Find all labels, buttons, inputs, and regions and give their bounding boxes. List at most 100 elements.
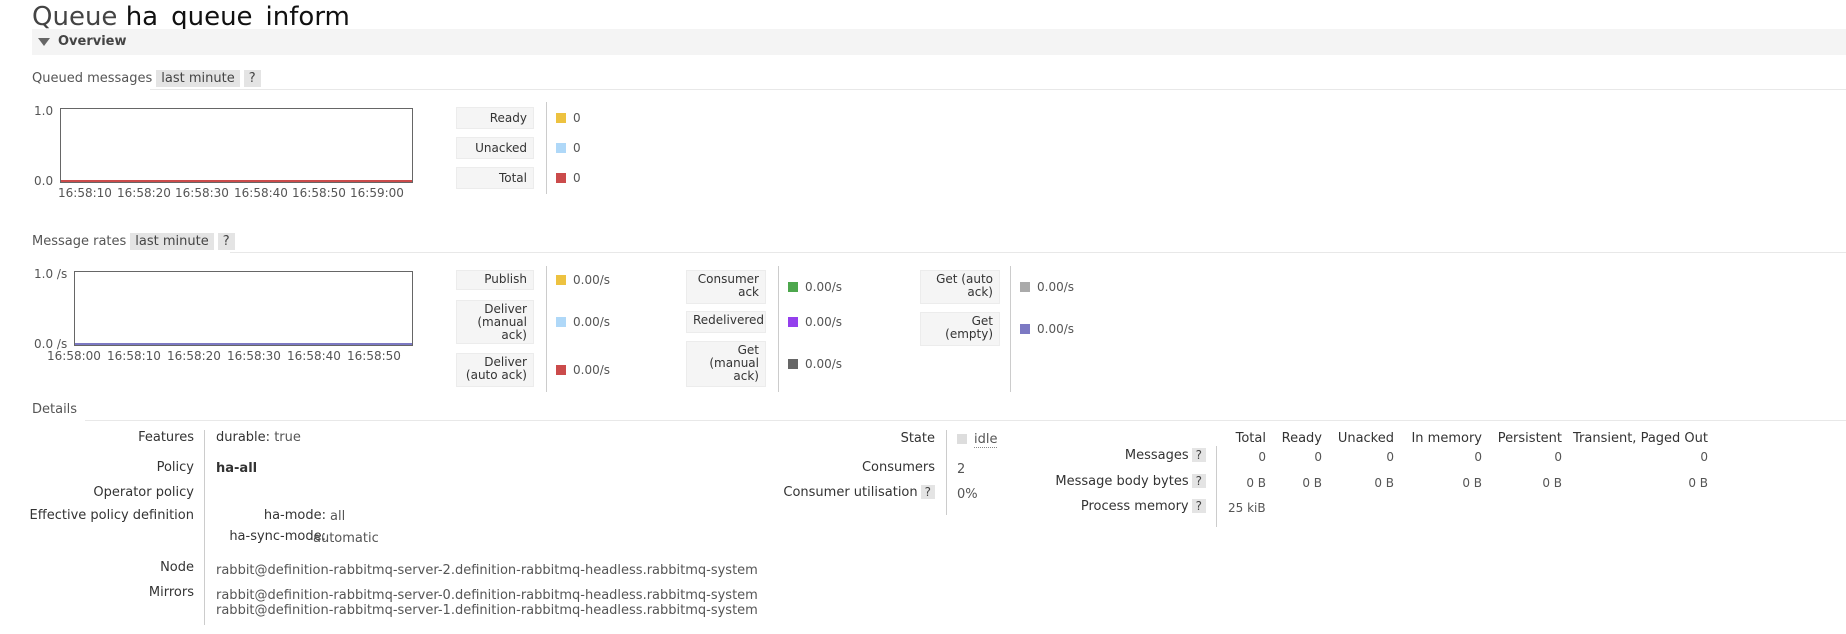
legend-value: 0.00/s <box>788 315 842 329</box>
stats-cell: 0 B <box>1374 476 1394 490</box>
title-prefix: Queue <box>32 2 118 32</box>
overview-label[interactable]: Overview <box>58 34 127 49</box>
consumer-utilisation-label: Consumer utilisation? <box>783 485 935 500</box>
state-separator <box>946 430 947 515</box>
rates-help-button[interactable]: ? <box>217 233 235 250</box>
divider <box>85 420 1846 421</box>
consumer-utilisation-help-button[interactable]: ? <box>920 485 935 499</box>
mirror-item: rabbit@definition-rabbitmq-server-1.defi… <box>216 603 758 618</box>
legend-label: Get (manual ack) <box>686 341 766 387</box>
stats-cell: 0 B <box>1688 476 1708 490</box>
legend-value: 0 <box>556 171 581 185</box>
node-value: rabbit@definition-rabbitmq-server-2.defi… <box>216 563 758 578</box>
stats-row-label-text: Process memory <box>1080 499 1189 514</box>
stats-help-button[interactable]: ? <box>1191 474 1206 488</box>
policy-label: Policy <box>156 460 194 475</box>
y-axis-min: 0.0 <box>34 174 54 188</box>
stats-cell: 0 <box>1314 450 1322 464</box>
legend-value: 0.00/s <box>1020 322 1074 336</box>
consumer-utilisation-text: Consumer utilisation <box>783 485 918 500</box>
state-value: idle <box>957 432 998 448</box>
legend-swatch <box>1020 324 1030 334</box>
stats-help-button[interactable]: ? <box>1191 499 1206 513</box>
stats-row-label-text: Messages <box>1124 448 1189 463</box>
queued-help-button[interactable]: ? <box>243 70 261 87</box>
legend-value: 0.00/s <box>788 357 842 371</box>
legend-label: Redelivered <box>686 311 766 333</box>
stats-column-header: Persistent <box>1497 431 1562 446</box>
divider <box>230 252 1846 253</box>
policy-link[interactable]: ha-all <box>216 461 257 476</box>
legend-value-text: 0.00/s <box>573 363 611 377</box>
legend-label-total: Total <box>456 167 534 189</box>
legend-value: 0.00/s <box>556 315 610 329</box>
triangle-down-icon[interactable] <box>38 38 50 46</box>
stats-row-label: Messages? <box>1125 448 1206 463</box>
consumer-utilisation-value: 0% <box>957 487 978 502</box>
legend-label: Consumer ack <box>686 270 766 304</box>
legend-swatch <box>788 317 798 327</box>
legend-swatch <box>1020 282 1030 292</box>
x-axis-tick: 16:58:20 <box>117 186 171 200</box>
node-label: Node <box>160 560 194 575</box>
legend-value: 0.00/s <box>556 273 610 287</box>
overview-section-header[interactable] <box>32 29 1846 55</box>
x-axis-tick: 16:58:50 <box>347 349 401 363</box>
queued-plot-area <box>60 108 413 183</box>
legend-swatch <box>556 275 566 285</box>
x-axis-tick: 16:58:30 <box>227 349 281 363</box>
ha-sync-mode-key: ha-sync-mode: <box>229 529 326 544</box>
stats-cell: 0 <box>1700 450 1708 464</box>
x-axis-tick: 16:58:30 <box>175 186 229 200</box>
legend-label: Publish <box>456 270 534 290</box>
stats-cell: 25 kiB <box>1228 501 1266 515</box>
stats-help-button[interactable]: ? <box>1191 448 1206 462</box>
stats-cell: 0 B <box>1542 476 1562 490</box>
mirror-item: rabbit@definition-rabbitmq-server-0.defi… <box>216 588 758 603</box>
legend-separator <box>778 266 779 392</box>
queued-messages-heading: Queued messages last minute? <box>32 70 261 88</box>
legend-value-text: 0.00/s <box>573 315 611 329</box>
queue-name: ha_queue_inform <box>125 2 350 32</box>
stats-cell: 0 B <box>1462 476 1482 490</box>
x-axis-tick: 16:59:00 <box>350 186 404 200</box>
x-axis-tick: 16:58:50 <box>292 186 346 200</box>
legend-label-unacked: Unacked <box>456 137 534 159</box>
features-label: Features <box>138 430 194 445</box>
x-axis-tick: 16:58:10 <box>107 349 161 363</box>
consumers-label: Consumers <box>861 460 935 475</box>
legend-value: 0.00/s <box>788 280 842 294</box>
message-rates-title: Message rates <box>32 234 127 249</box>
durable-key: durable: <box>216 430 271 445</box>
x-axis-tick: 16:58:20 <box>167 349 221 363</box>
legend-swatch <box>788 359 798 369</box>
consumers-value: 2 <box>957 462 966 477</box>
rates-range-selector[interactable]: last minute <box>130 233 214 250</box>
stats-column-header: Ready <box>1281 431 1322 446</box>
legend-separator <box>546 266 547 392</box>
ha-sync-mode-value: automatic <box>313 531 379 546</box>
legend-value-text: 0.00/s <box>805 357 843 371</box>
legend-value-text: 0.00/s <box>1037 280 1075 294</box>
stats-cell: 0 <box>1474 450 1482 464</box>
stats-cell: 0 <box>1554 450 1562 464</box>
durable-value: true <box>274 430 301 445</box>
legend-label: Get (auto ack) <box>920 270 1000 304</box>
ha-mode-key: ha-mode: <box>263 508 326 523</box>
legend-value-text: 0 <box>573 111 581 125</box>
state-text: idle <box>974 432 998 448</box>
legend-value-text: 0 <box>573 171 581 185</box>
stats-cell: 0 B <box>1246 476 1266 490</box>
features-value: durable: true <box>216 430 301 445</box>
x-axis-tick: 16:58:40 <box>287 349 341 363</box>
stats-column-header: Unacked <box>1337 431 1394 446</box>
legend-value: 0.00/s <box>556 363 610 377</box>
queued-range-selector[interactable]: last minute <box>156 70 240 87</box>
page-title: Queue ha_queue_inform <box>32 2 350 32</box>
legend-label: Deliver (manual ack) <box>456 300 534 344</box>
legend-separator <box>1010 266 1011 392</box>
divider <box>150 89 1846 90</box>
x-axis-tick: 16:58:00 <box>47 349 101 363</box>
policy-value[interactable]: ha-all <box>216 461 257 476</box>
x-axis-tick: 16:58:10 <box>58 186 112 200</box>
